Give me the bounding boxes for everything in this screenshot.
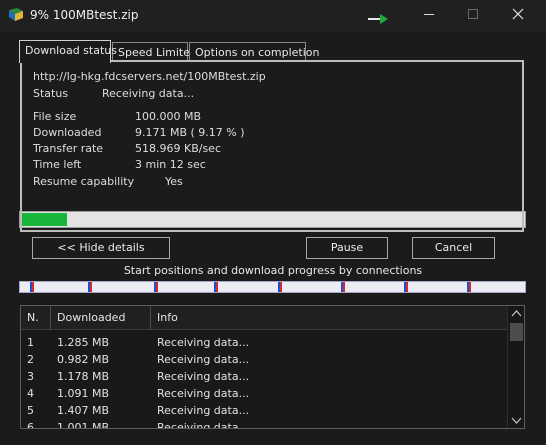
table-row[interactable]: 3 1.178 MB Receiving data...: [21, 368, 507, 385]
connection-downloaded: 1.407 MB: [57, 404, 110, 417]
close-button[interactable]: [495, 0, 541, 30]
connection-progress-marker: [340, 282, 345, 292]
transfer-rate-label: Transfer rate: [33, 142, 104, 155]
connection-number: 3: [27, 370, 34, 383]
download-url: http://lg-hkg.fdcservers.net/100MBtest.z…: [33, 70, 266, 83]
close-icon: [512, 8, 524, 20]
downloaded-value: 9.171 MB ( 9.17 % ): [135, 126, 245, 139]
transfer-rate-value: 518.969 KB/sec: [135, 142, 221, 155]
table-scrollbar[interactable]: [507, 306, 524, 428]
column-header-downloaded[interactable]: Downloaded: [51, 306, 151, 330]
connection-number: 2: [27, 353, 34, 366]
window-client-area: Download status Speed Limiter Options on…: [0, 32, 546, 445]
connection-progress-marker: [277, 282, 282, 292]
status-value: Receiving data...: [102, 87, 195, 100]
scrollbar-thumb[interactable]: [510, 323, 523, 341]
maximize-button[interactable]: [450, 0, 496, 30]
connection-downloaded: 0.982 MB: [57, 353, 110, 366]
file-size-value: 100.000 MB: [135, 110, 202, 123]
connection-progress-marker: [153, 282, 158, 292]
connection-info: Receiving data...: [157, 421, 250, 429]
time-left-value: 3 min 12 sec: [135, 158, 206, 171]
resume-capability-value: Yes: [165, 175, 183, 188]
tab-speed-limiter[interactable]: Speed Limiter: [112, 42, 195, 62]
scroll-down-icon[interactable]: [511, 415, 522, 425]
maximize-icon: [468, 9, 478, 19]
connection-progress-marker: [403, 282, 408, 292]
cancel-button[interactable]: Cancel: [412, 237, 495, 259]
minimize-to-tray-icon[interactable]: [368, 14, 390, 24]
connections-caption: Start positions and download progress by…: [123, 264, 423, 277]
minimize-button[interactable]: [406, 0, 452, 30]
title-bar[interactable]: 9% 100MBtest.zip: [0, 0, 546, 32]
tab-options-on-completion[interactable]: Options on completion: [189, 42, 320, 62]
time-left-label: Time left: [33, 158, 82, 171]
window-title: 9% 100MBtest.zip: [30, 8, 139, 22]
column-header-info[interactable]: Info: [151, 306, 507, 330]
connection-info: Receiving data...: [157, 404, 250, 417]
pause-button[interactable]: Pause: [306, 237, 388, 259]
resume-capability-label: Resume capability: [33, 175, 135, 188]
connection-progress-marker: [88, 282, 93, 292]
connection-info: Receiving data...: [157, 336, 250, 349]
connection-info: Receiving data...: [157, 370, 250, 383]
connections-progress-bar: [19, 281, 526, 293]
connection-info: Receiving data...: [157, 387, 250, 400]
connection-number: 5: [27, 404, 34, 417]
table-row[interactable]: 2 0.982 MB Receiving data...: [21, 351, 507, 368]
connection-progress-marker: [30, 282, 35, 292]
table-row[interactable]: 6 1.001 MB Receiving data...: [21, 419, 507, 429]
connection-progress-marker: [214, 282, 219, 292]
connection-downloaded: 1.091 MB: [57, 387, 110, 400]
table-row[interactable]: 4 1.091 MB Receiving data...: [21, 385, 507, 402]
connection-number: 1: [27, 336, 34, 349]
download-manager-icon: [9, 8, 23, 21]
file-size-label: File size: [33, 110, 77, 123]
downloaded-label: Downloaded: [33, 126, 102, 139]
connection-number: 6: [27, 421, 34, 429]
column-header-number[interactable]: N.: [21, 306, 51, 330]
connection-info: Receiving data...: [157, 353, 250, 366]
table-header: N. Downloaded Info: [21, 306, 507, 330]
minimize-icon: [424, 14, 434, 15]
scroll-up-icon[interactable]: [511, 309, 522, 319]
table-row[interactable]: 5 1.407 MB Receiving data...: [21, 402, 507, 419]
connection-progress-marker: [466, 282, 471, 292]
hide-details-button[interactable]: << Hide details: [32, 237, 170, 259]
connection-downloaded: 1.001 MB: [57, 421, 110, 429]
connection-downloaded: 1.285 MB: [57, 336, 110, 349]
connection-downloaded: 1.178 MB: [57, 370, 110, 383]
download-status-panel: http://lg-hkg.fdcservers.net/100MBtest.z…: [20, 60, 524, 232]
tab-download-status[interactable]: Download status: [19, 40, 117, 63]
status-label: Status: [33, 87, 69, 100]
table-row[interactable]: 1 1.285 MB Receiving data...: [21, 334, 507, 351]
connections-table[interactable]: N. Downloaded Info 1 1.285 MB Receiving da…: [20, 305, 525, 429]
connection-number: 4: [27, 387, 34, 400]
